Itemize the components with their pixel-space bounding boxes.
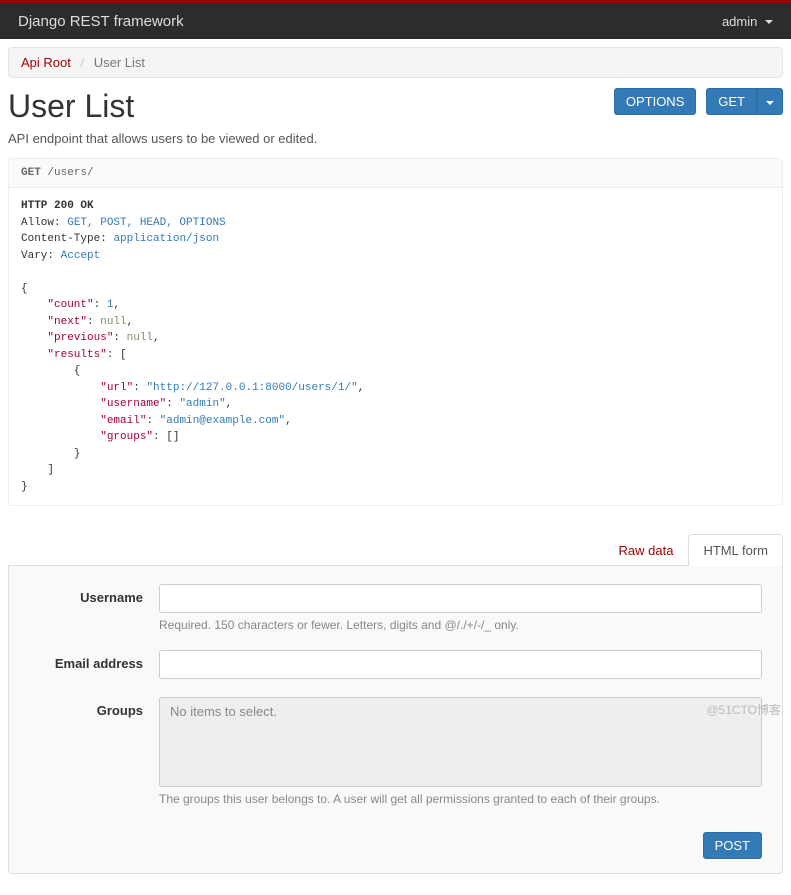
request-line: GET /users/ <box>8 158 783 188</box>
hdr-allow-label: Allow: <box>21 217 61 229</box>
get-dropdown-button[interactable] <box>757 88 783 115</box>
navbar-user-dropdown[interactable]: admin <box>722 14 773 29</box>
watermark: @51CTO博客 <box>706 701 781 718</box>
get-button[interactable]: GET <box>706 88 757 115</box>
page-description: API endpoint that allows users to be vie… <box>8 131 783 146</box>
hdr-vary-label: Vary: <box>21 250 54 262</box>
email-input[interactable] <box>159 650 762 679</box>
username-label: Username <box>29 584 159 632</box>
page-title: User List <box>8 88 134 125</box>
hdr-ct-label: Content-Type: <box>21 233 107 245</box>
resp-groups: [] <box>166 431 179 443</box>
username-input[interactable] <box>159 584 762 613</box>
resp-username: "admin" <box>179 398 225 410</box>
username-help: Required. 150 characters or fewer. Lette… <box>159 618 762 632</box>
navbar-brand[interactable]: Django REST framework <box>18 13 184 30</box>
caret-down-icon <box>765 20 773 24</box>
resp-next: null <box>100 316 126 328</box>
tab-raw-data[interactable]: Raw data <box>604 534 689 566</box>
email-label: Email address <box>29 650 159 679</box>
breadcrumb: Api Root / User List <box>8 47 783 78</box>
breadcrumb-root-link[interactable]: Api Root <box>21 55 71 70</box>
navbar-user-label: admin <box>722 14 757 29</box>
caret-down-icon <box>766 101 774 105</box>
resp-count: 1 <box>107 299 114 311</box>
resp-previous: null <box>127 332 153 344</box>
form-panel: Username Required. 150 characters or few… <box>8 566 783 874</box>
navbar: Django REST framework admin <box>0 3 791 39</box>
hdr-allow-value[interactable]: GET, POST, HEAD, OPTIONS <box>67 217 225 229</box>
breadcrumb-sep: / <box>75 55 91 70</box>
hdr-vary-value[interactable]: Accept <box>61 250 101 262</box>
options-button[interactable]: OPTIONS <box>614 88 697 115</box>
groups-help: The groups this user belongs to. A user … <box>159 792 762 806</box>
request-path: /users/ <box>47 167 93 179</box>
groups-label: Groups <box>29 697 159 806</box>
resp-email: "admin@example.com" <box>160 415 285 427</box>
resp-url[interactable]: "http://127.0.0.1:8000/users/1/" <box>146 382 357 394</box>
tab-html-form[interactable]: HTML form <box>688 534 783 566</box>
response-body: HTTP 200 OK Allow: GET, POST, HEAD, OPTI… <box>8 188 783 506</box>
request-method: GET <box>21 167 41 179</box>
post-button[interactable]: POST <box>703 832 762 859</box>
breadcrumb-current: User List <box>94 55 145 70</box>
status-line: HTTP 200 OK <box>21 200 94 212</box>
form-tabs: Raw data HTML form <box>8 534 783 566</box>
header-actions: OPTIONS GET <box>614 88 783 115</box>
hdr-ct-value[interactable]: application/json <box>113 233 219 245</box>
groups-select[interactable]: No items to select. <box>159 697 762 787</box>
